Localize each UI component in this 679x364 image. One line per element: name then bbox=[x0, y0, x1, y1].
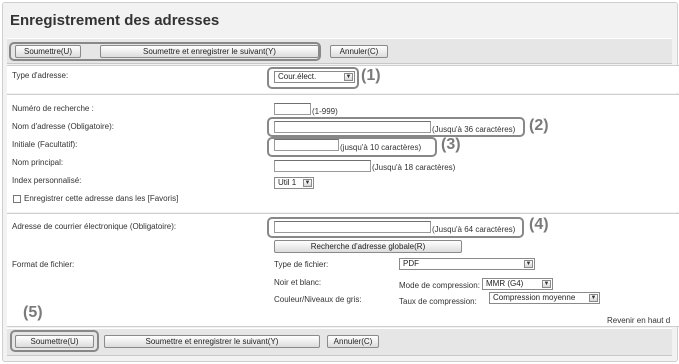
compression-mode-label: Mode de compression: bbox=[399, 281, 480, 290]
compression-rate-value: Compression moyenne bbox=[493, 293, 576, 302]
bw-label: Noir et blanc: bbox=[274, 278, 322, 287]
page-title: Enregistrement des adresses bbox=[10, 12, 220, 29]
address-name-label: Nom d'adresse (Obligatoire): bbox=[12, 122, 115, 131]
compression-rate-select[interactable]: Compression moyenne ▼ bbox=[489, 292, 600, 304]
callout-number-4: (4) bbox=[529, 216, 549, 233]
callout-frame-4 bbox=[267, 217, 524, 238]
compression-mode-select[interactable]: MMR (G4) ▼ bbox=[482, 278, 553, 290]
search-number-label: Numéro de recherche : bbox=[12, 104, 94, 113]
callout-frame-3 bbox=[267, 137, 437, 157]
chevron-down-icon: ▼ bbox=[542, 280, 551, 288]
callout-number-2: (2) bbox=[529, 117, 549, 134]
main-name-input[interactable] bbox=[274, 160, 371, 172]
callout-number-5: (5) bbox=[23, 304, 43, 321]
email-label: Adresse de courrier électronique (Obliga… bbox=[12, 222, 177, 231]
file-format-label: Format de fichier: bbox=[12, 260, 75, 269]
cancel-button-top[interactable]: Annuler(C) bbox=[330, 45, 388, 58]
custom-index-value: Util 1 bbox=[278, 178, 297, 187]
search-number-input[interactable] bbox=[274, 103, 311, 115]
callout-number-3: (3) bbox=[441, 136, 461, 153]
chevron-down-icon: ▼ bbox=[303, 179, 312, 187]
color-label: Couleur/Niveaux de gris: bbox=[274, 295, 362, 304]
file-type-value: PDF bbox=[403, 259, 419, 268]
callout-frame-1 bbox=[267, 67, 359, 89]
callout-frame-2 bbox=[267, 117, 525, 137]
file-type-select[interactable]: PDF ▼ bbox=[399, 258, 535, 270]
chevron-down-icon: ▼ bbox=[589, 294, 598, 302]
back-to-top-link[interactable]: Revenir en haut d bbox=[607, 316, 670, 325]
chevron-down-icon: ▼ bbox=[524, 260, 533, 268]
callout-frame-top-buttons bbox=[9, 42, 321, 61]
cancel-button-bottom[interactable]: Annuler(C) bbox=[327, 335, 379, 348]
address-type-label: Type d'adresse: bbox=[12, 71, 69, 80]
main-name-label: Nom principal: bbox=[12, 158, 64, 167]
favorites-label: Enregistrer cette adresse dans les [Favo… bbox=[24, 194, 179, 203]
global-address-search-button[interactable]: Recherche d'adresse globale(R) bbox=[274, 240, 462, 253]
custom-index-select[interactable]: Util 1 ▼ bbox=[274, 177, 314, 189]
compression-mode-value: MMR (G4) bbox=[486, 279, 524, 288]
file-type-label: Type de fichier: bbox=[274, 260, 329, 269]
compression-rate-label: Taux de compression: bbox=[399, 297, 477, 306]
favorites-checkbox[interactable] bbox=[13, 195, 21, 203]
callout-frame-5 bbox=[10, 330, 99, 352]
initial-label: Initiale (Facultatif): bbox=[12, 140, 78, 149]
callout-number-1: (1) bbox=[361, 67, 381, 84]
custom-index-label: Index personnalisé: bbox=[12, 176, 82, 185]
main-name-hint: (Jusqu'à 18 caractères) bbox=[372, 163, 456, 172]
submit-next-button-bottom[interactable]: Soumettre et enregistrer le suivant(Y) bbox=[104, 335, 320, 348]
search-number-hint: (1-999) bbox=[312, 107, 338, 116]
